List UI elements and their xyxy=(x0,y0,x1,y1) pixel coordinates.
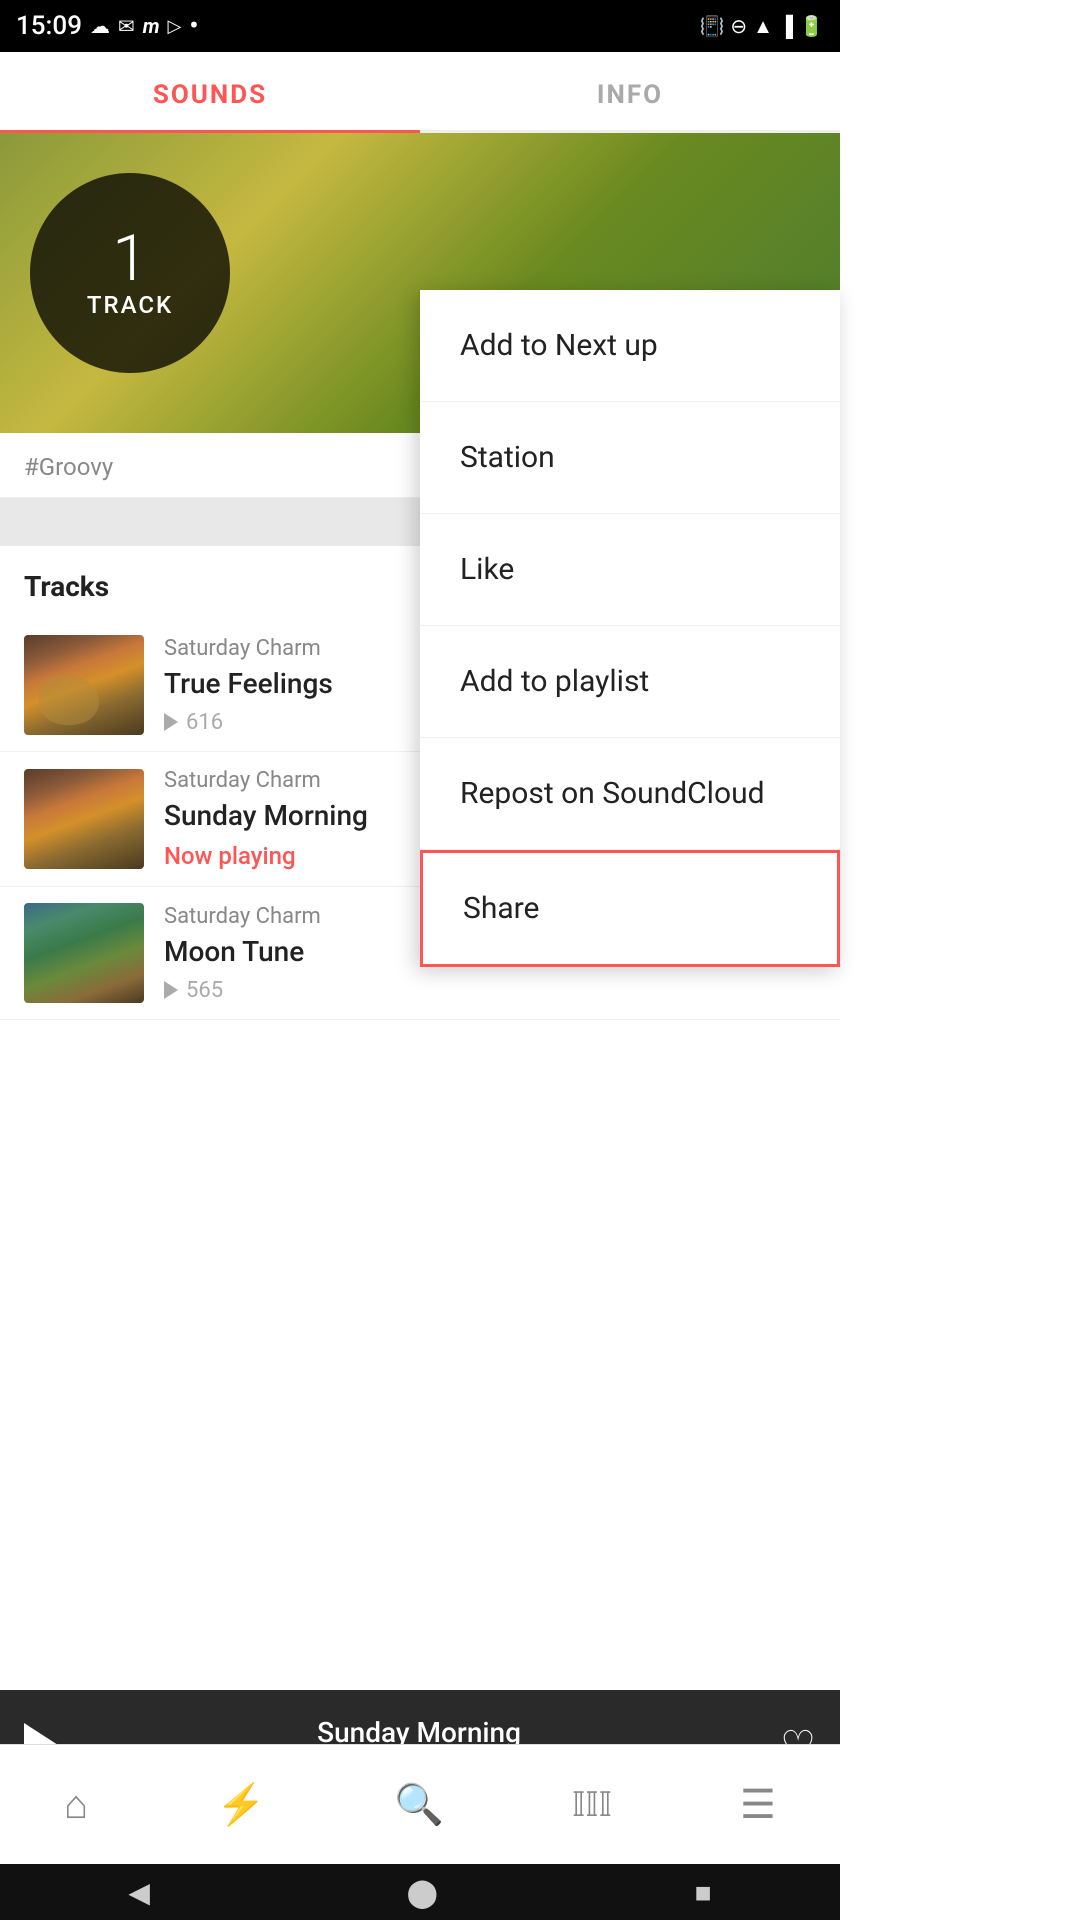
status-bar: 15:09 ☁ ✉ m ▷ • 📳 ⊖ ▲ ▐ 🔋 xyxy=(0,0,840,52)
cast-icon: ▷ xyxy=(168,16,182,37)
android-nav-bar: ◀ ⬤ ■ xyxy=(0,1864,840,1920)
tab-info[interactable]: INFO xyxy=(420,52,840,130)
track-count-overlay: 1 TRACK xyxy=(30,173,230,373)
track-count-number: 1 xyxy=(112,227,148,291)
stream-icon: ⚡ xyxy=(216,1781,266,1828)
nav-stream[interactable]: ⚡ xyxy=(216,1781,266,1828)
status-time: 15:09 xyxy=(16,11,82,41)
android-recent-button[interactable]: ■ xyxy=(695,1876,712,1909)
play-count-icon xyxy=(164,713,178,731)
android-back-button[interactable]: ◀ xyxy=(128,1876,150,1909)
wifi-icon: ▲ xyxy=(753,14,773,39)
vibrate-icon: 📳 xyxy=(699,14,724,38)
track-thumbnail xyxy=(24,635,144,735)
soundcloud-icon: ☁ xyxy=(90,14,110,38)
bottom-nav: ⌂ ⚡ 🔍 𝕀𝕀𝕀 ☰ xyxy=(0,1744,840,1864)
battery-icon: 🔋 xyxy=(799,14,824,38)
play-count: 565 xyxy=(186,978,223,1003)
nav-search[interactable]: 🔍 xyxy=(394,1781,444,1828)
nav-home[interactable]: ⌂ xyxy=(64,1781,88,1828)
context-menu-add-playlist[interactable]: Add to playlist xyxy=(420,626,840,738)
tabs: SOUNDS INFO xyxy=(0,52,840,133)
nav-menu[interactable]: ☰ xyxy=(740,1781,776,1828)
context-menu-station[interactable]: Station xyxy=(420,402,840,514)
context-menu-add-next[interactable]: Add to Next up xyxy=(420,290,840,402)
library-icon: 𝕀𝕀𝕀 xyxy=(572,1785,612,1825)
tab-sounds[interactable]: SOUNDS xyxy=(0,52,420,130)
context-menu-like[interactable]: Like xyxy=(420,514,840,626)
tag-label: #Groovy xyxy=(24,453,113,481)
home-icon: ⌂ xyxy=(64,1781,88,1828)
context-menu-share[interactable]: Share xyxy=(420,850,840,967)
track-thumbnail xyxy=(24,769,144,869)
nav-library[interactable]: 𝕀𝕀𝕀 xyxy=(572,1785,612,1825)
search-icon: 🔍 xyxy=(394,1781,444,1828)
play-count: 616 xyxy=(186,710,223,735)
dnd-icon: ⊖ xyxy=(730,14,747,38)
play-count-icon xyxy=(164,981,178,999)
gmail-icon: ✉ xyxy=(118,14,135,38)
track-thumbnail xyxy=(24,903,144,1003)
android-home-button[interactable]: ⬤ xyxy=(407,1876,438,1909)
context-menu-repost[interactable]: Repost on SoundCloud xyxy=(420,738,840,850)
track-count-label: TRACK xyxy=(87,291,173,319)
track-plays: 565 xyxy=(164,978,673,1003)
dot-icon: • xyxy=(189,11,198,41)
context-menu: Add to Next up Station Like Add to playl… xyxy=(420,290,840,967)
medium-icon: m xyxy=(143,14,160,38)
menu-icon: ☰ xyxy=(740,1781,776,1828)
signal-icon: ▐ xyxy=(779,14,793,39)
